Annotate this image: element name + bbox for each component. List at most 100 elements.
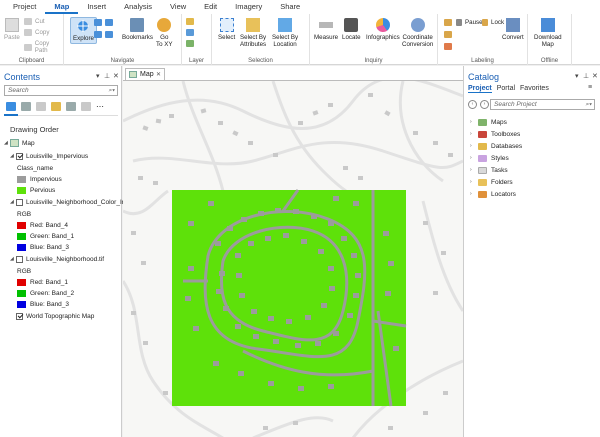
- inquiry-label: Inquiry: [364, 58, 383, 64]
- bookmarks-button[interactable]: Bookmarks: [122, 18, 153, 41]
- copy-path-button[interactable]: Copy Path: [24, 40, 63, 54]
- contents-search-input[interactable]: Search ⌕▾: [4, 85, 118, 96]
- basemap-button[interactable]: [186, 40, 197, 47]
- select-by-attributes-button[interactable]: Select By Attributes: [240, 18, 266, 48]
- catalog-tab-project[interactable]: Project: [468, 85, 492, 93]
- convert-button[interactable]: Convert: [502, 18, 524, 41]
- copy-button[interactable]: Copy: [24, 29, 49, 36]
- pervious-swatch[interactable]: [17, 186, 26, 194]
- catalog-item-toolboxes[interactable]: › Toolboxes: [470, 129, 520, 139]
- impervious-swatch[interactable]: [17, 175, 26, 183]
- go-to-xy-button[interactable]: Go To XY: [156, 18, 173, 48]
- selection-group: Select Select By Attributes Select By Lo…: [212, 14, 310, 65]
- select-button[interactable]: Select: [218, 18, 235, 41]
- list-by-snapping-icon[interactable]: [66, 102, 76, 111]
- label-tool-1[interactable]: [444, 19, 455, 26]
- legend-green-band[interactable]: Green: Band_2: [17, 288, 74, 298]
- cut-button[interactable]: Cut: [24, 18, 45, 25]
- catalog-item-locators[interactable]: › Locators: [470, 189, 516, 199]
- inquiry-group: Measure Locate Infographics Coordinate C…: [310, 14, 438, 65]
- close-icon[interactable]: ✕: [113, 72, 119, 80]
- catalog-item-styles[interactable]: › Styles: [470, 153, 509, 163]
- hamburger-menu-icon[interactable]: ≡: [588, 84, 592, 91]
- layer-visibility-checkbox[interactable]: [16, 255, 23, 263]
- legend-pervious[interactable]: Pervious: [17, 185, 55, 195]
- catalog-search-input[interactable]: Search Project ⌕▾: [490, 99, 595, 110]
- back-icon[interactable]: ‹: [468, 100, 477, 109]
- catalog-tab-favorites[interactable]: Favorites: [520, 85, 549, 93]
- list-by-drawing-order-icon[interactable]: [6, 102, 16, 111]
- list-by-labeling-icon[interactable]: [81, 102, 91, 111]
- pin-icon[interactable]: ⊥: [104, 72, 110, 80]
- expand-icon[interactable]: ›: [470, 167, 478, 173]
- zoom-tools[interactable]: [94, 19, 116, 26]
- nav-back-tools[interactable]: [94, 31, 116, 38]
- legend-red-band[interactable]: Red: Band_1: [17, 277, 68, 287]
- map-view-tab[interactable]: Map ✕: [125, 68, 165, 80]
- legend-red-band[interactable]: Red: Band_4: [17, 220, 68, 230]
- search-dropdown-icon[interactable]: ⌕▾: [586, 100, 592, 109]
- select-by-location-button[interactable]: Select By Location: [272, 18, 298, 48]
- more-options-icon[interactable]: ⋯: [96, 102, 104, 111]
- layer-world-topographic-map[interactable]: World Topographic Map: [16, 311, 94, 321]
- styles-icon: [478, 154, 487, 162]
- paste-button[interactable]: Paste: [4, 18, 20, 41]
- close-icon[interactable]: ✕: [592, 72, 598, 80]
- map-node[interactable]: ◢ Map: [4, 138, 35, 148]
- layer-visibility-checkbox[interactable]: [16, 312, 23, 320]
- add-preset-button[interactable]: [186, 29, 197, 36]
- catalog-item-folders[interactable]: › Folders: [470, 177, 513, 187]
- explore-button[interactable]: Explore: [70, 17, 97, 44]
- tab-edit[interactable]: Edit: [195, 0, 226, 14]
- map-canvas[interactable]: [123, 80, 463, 437]
- tab-share[interactable]: Share: [271, 0, 309, 14]
- locate-button[interactable]: Locate: [342, 18, 361, 41]
- expand-icon[interactable]: ›: [470, 179, 478, 185]
- pane-options-icon[interactable]: ▾: [575, 72, 579, 80]
- list-by-source-icon[interactable]: [21, 102, 31, 111]
- legend-impervious[interactable]: Impervious: [17, 174, 62, 184]
- tab-view[interactable]: View: [161, 0, 195, 14]
- legend-blue-band[interactable]: Blue: Band_3: [17, 299, 69, 309]
- download-map-button[interactable]: Download Map: [534, 18, 562, 48]
- pane-options-icon[interactable]: ▾: [96, 72, 100, 80]
- tab-insert[interactable]: Insert: [78, 0, 115, 14]
- add-data-button[interactable]: [186, 18, 197, 25]
- close-tab-icon[interactable]: ✕: [156, 71, 161, 78]
- catalog-tab-portal[interactable]: Portal: [497, 85, 515, 93]
- label-tool-3[interactable]: [444, 43, 455, 50]
- expand-icon[interactable]: ›: [470, 155, 478, 161]
- list-by-editing-icon[interactable]: [51, 102, 61, 111]
- legend-green-band[interactable]: Green: Band_1: [17, 231, 74, 241]
- tab-project[interactable]: Project: [4, 0, 45, 14]
- expand-icon[interactable]: ›: [470, 143, 478, 149]
- expand-icon[interactable]: ›: [470, 119, 478, 125]
- measure-button[interactable]: Measure: [314, 18, 338, 41]
- catalog-item-databases[interactable]: › Databases: [470, 141, 522, 151]
- forward-icon[interactable]: ›: [480, 100, 489, 109]
- tab-imagery[interactable]: Imagery: [226, 0, 271, 14]
- legend-blue-band[interactable]: Blue: Band_3: [17, 242, 69, 252]
- tab-map[interactable]: Map: [45, 0, 79, 14]
- download-icon: [540, 18, 555, 32]
- catalog-nav: ‹ ›: [468, 100, 489, 109]
- layer-louisville-impervious[interactable]: ◢ Louisville_Impervious: [10, 151, 88, 161]
- pause-button[interactable]: Pause: [456, 19, 483, 26]
- infographics-button[interactable]: Infographics: [366, 18, 400, 41]
- layer-louisville-neighborhood-tif[interactable]: ◢ Louisville_Neighborhood.tif: [10, 254, 104, 264]
- catalog-item-maps[interactable]: › Maps: [470, 117, 507, 127]
- label-tool-2[interactable]: [444, 31, 455, 38]
- coordinate-conversion-button[interactable]: Coordinate Conversion: [402, 18, 433, 48]
- catalog-item-tasks[interactable]: › Tasks: [470, 165, 508, 175]
- layer-visibility-checkbox[interactable]: [16, 152, 23, 160]
- tab-analysis[interactable]: Analysis: [115, 0, 161, 14]
- search-dropdown-icon[interactable]: ⌕▾: [109, 86, 115, 95]
- list-by-selection-icon[interactable]: [36, 102, 46, 111]
- pin-icon[interactable]: ⊥: [583, 72, 589, 80]
- expand-icon[interactable]: ›: [470, 131, 478, 137]
- layer-louisville-neighborhood-color-inf[interactable]: ◢ Louisville_Neighborhood_Color_Inf: [10, 197, 127, 207]
- rgb-label: RGB: [17, 210, 32, 218]
- lock-button[interactable]: Lock: [482, 19, 504, 26]
- expand-icon[interactable]: ›: [470, 191, 478, 197]
- layer-visibility-checkbox[interactable]: [16, 198, 23, 206]
